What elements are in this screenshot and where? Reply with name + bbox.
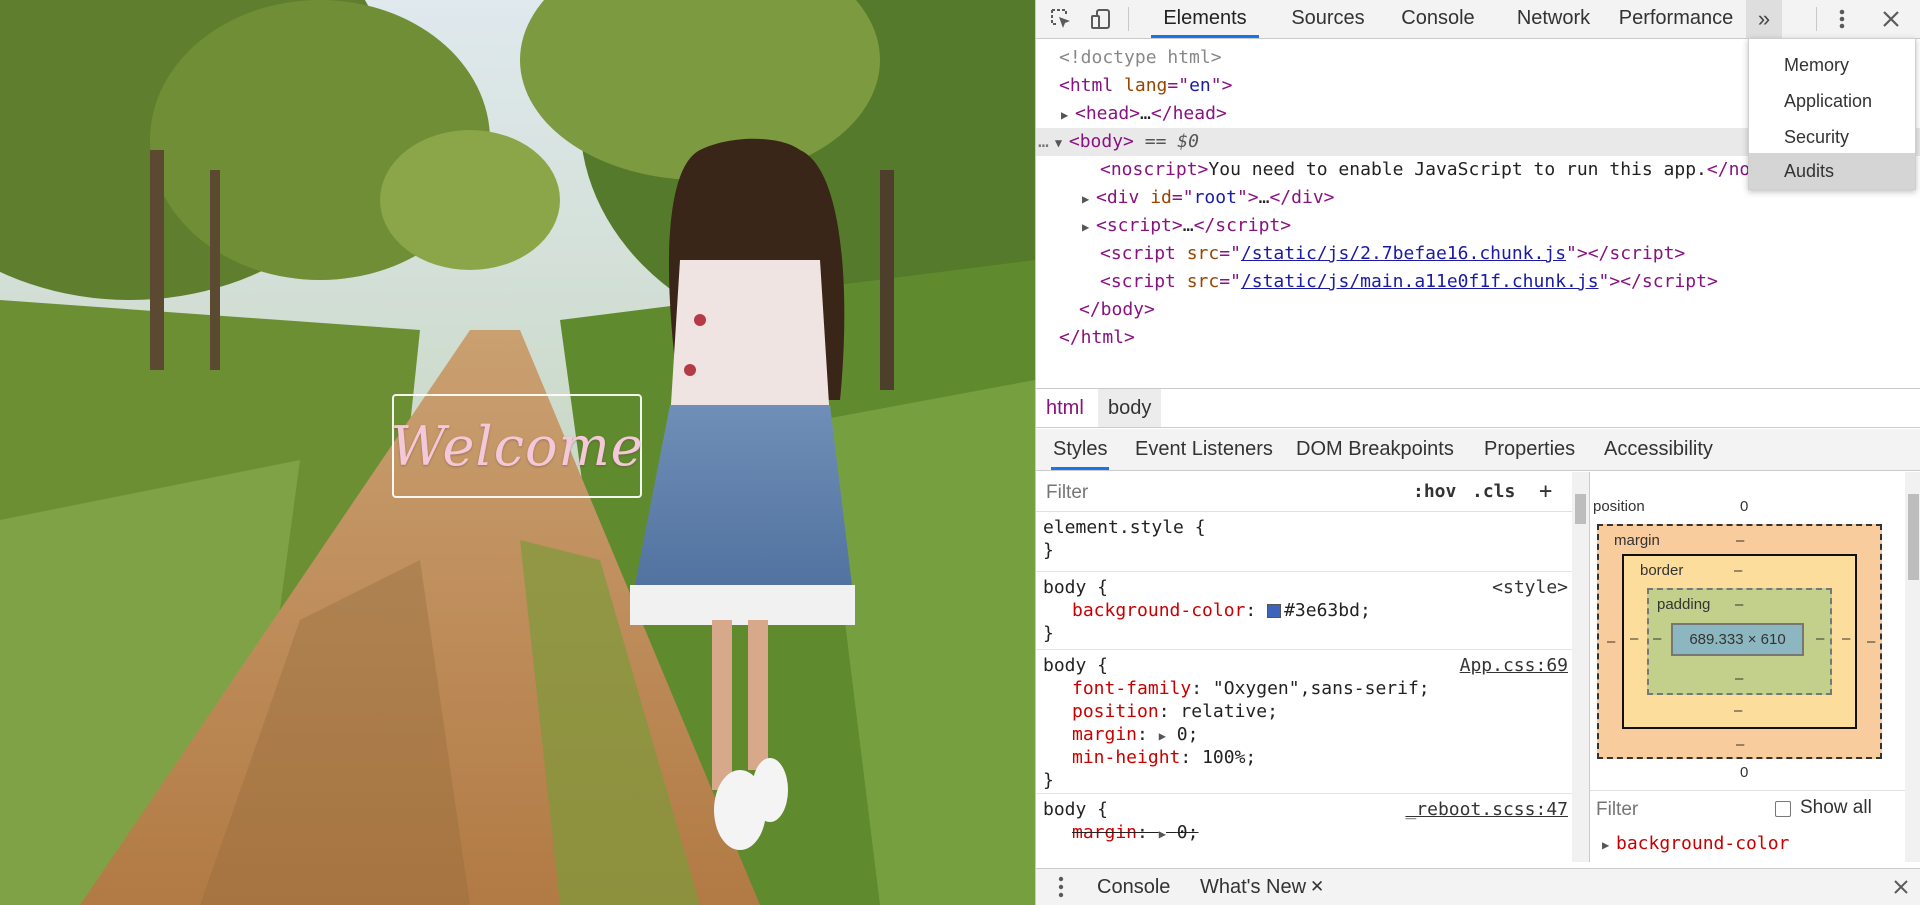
hover-state-toggle[interactable]: :hov: [1413, 478, 1456, 506]
tab-console[interactable]: Console: [1383, 0, 1493, 38]
styles-pane: :hov .cls + element.style { } body { <sty…: [1036, 472, 1589, 862]
tab-sources[interactable]: Sources: [1273, 0, 1383, 38]
breadcrumb-html[interactable]: html: [1036, 389, 1094, 427]
box-margin-label: margin: [1614, 532, 1660, 549]
close-icon[interactable]: [1876, 5, 1906, 33]
toolbar-divider: [1128, 7, 1129, 31]
rule-source-link[interactable]: _reboot.scss:47: [1405, 798, 1568, 821]
style-property-overridden[interactable]: margin: ▶ 0;: [1036, 821, 1572, 844]
breadcrumb: html body: [1036, 388, 1920, 428]
breadcrumb-body[interactable]: body: [1098, 389, 1162, 427]
selected-node-marker: == $0: [1144, 131, 1199, 152]
style-property[interactable]: min-height: 100%;: [1036, 746, 1572, 769]
tab-event-listeners[interactable]: Event Listeners: [1135, 429, 1273, 470]
show-all-label: Show all: [1800, 797, 1872, 818]
tree-node-script-main[interactable]: <script src="/static/js/main.a11e0f1f.ch…: [1036, 268, 1920, 296]
rule-source-link[interactable]: App.css:69: [1460, 654, 1568, 677]
tab-accessibility[interactable]: Accessibility: [1604, 429, 1713, 470]
tree-node-body-close[interactable]: </body>: [1036, 296, 1920, 324]
rule-selector[interactable]: body {: [1043, 577, 1108, 598]
chevron-double-right-icon: »: [1757, 6, 1771, 31]
expand-triangle-icon[interactable]: ▶: [1061, 101, 1075, 129]
more-tabs-button[interactable]: »: [1746, 0, 1782, 38]
node-actions-icon[interactable]: …: [1038, 131, 1049, 152]
box-border-label: border: [1640, 562, 1684, 579]
close-tab-icon[interactable]: ✕: [1310, 869, 1324, 905]
more-tabs-menu: Memory Application Security Audits: [1748, 38, 1916, 190]
style-property[interactable]: background-color: #3e63bd;: [1036, 599, 1572, 622]
expand-triangle-icon[interactable]: ▶: [1159, 823, 1166, 846]
rule-selector[interactable]: element.style {: [1036, 516, 1572, 539]
drawer-menu-icon[interactable]: [1058, 869, 1068, 905]
toolbar-divider: [1816, 7, 1817, 31]
rule-selector[interactable]: body {: [1043, 799, 1108, 820]
sidebar-tabs: Styles Event Listeners DOM Breakpoints P…: [1036, 429, 1920, 471]
scrollbar-thumb[interactable]: [1575, 494, 1586, 524]
rule-close: }: [1043, 540, 1054, 561]
style-property[interactable]: position: relative;: [1036, 700, 1572, 723]
styles-scrollbar[interactable]: [1572, 472, 1589, 862]
console-drawer: Console What's New ✕: [1036, 868, 1920, 905]
box-content-size[interactable]: 689.333 × 610: [1671, 623, 1804, 656]
drawer-tab-console[interactable]: Console: [1097, 869, 1170, 905]
tab-dom-breakpoints[interactable]: DOM Breakpoints: [1296, 429, 1454, 470]
class-toggle[interactable]: .cls: [1472, 478, 1515, 506]
close-drawer-icon[interactable]: [1893, 869, 1909, 905]
expand-triangle-icon[interactable]: ▶: [1159, 725, 1166, 748]
inspect-element-icon[interactable]: [1046, 5, 1076, 33]
welcome-box: Welcome: [390, 394, 644, 498]
expand-triangle-icon[interactable]: ▶: [1602, 830, 1616, 860]
menu-item-memory[interactable]: Memory: [1749, 47, 1915, 83]
tab-network[interactable]: Network: [1496, 0, 1611, 38]
style-property[interactable]: margin: ▶ 0;: [1036, 723, 1572, 746]
computed-scrollbar[interactable]: [1905, 472, 1920, 862]
rule-body-app-css: body { App.css:69 font-family: "Oxygen",s…: [1036, 654, 1572, 794]
welcome-heading: Welcome: [390, 414, 644, 478]
scrollbar-thumb[interactable]: [1908, 494, 1919, 580]
menu-item-security[interactable]: Security: [1749, 119, 1915, 155]
rule-source: <style>: [1492, 577, 1568, 598]
expand-triangle-icon[interactable]: ▶: [1082, 185, 1096, 213]
box-position-bottom[interactable]: 0: [1740, 764, 1748, 781]
tab-elements[interactable]: Elements: [1151, 0, 1259, 38]
drawer-tab-whats-new[interactable]: What's New: [1200, 869, 1306, 905]
tree-node-script-chunk[interactable]: <script src="/static/js/2.7befae16.chunk…: [1036, 240, 1920, 268]
styles-toolbar: :hov .cls +: [1036, 472, 1589, 512]
tab-properties[interactable]: Properties: [1484, 429, 1575, 470]
collapse-triangle-icon[interactable]: ▼: [1055, 129, 1069, 157]
show-all-checkbox[interactable]: [1775, 801, 1791, 817]
device-toolbar-icon[interactable]: [1086, 5, 1116, 33]
styles-filter-input[interactable]: [1042, 478, 1372, 508]
new-rule-button[interactable]: +: [1539, 478, 1552, 506]
computed-filter-input[interactable]: [1596, 796, 1746, 824]
tab-styles[interactable]: Styles: [1051, 429, 1110, 470]
rule-element-style: element.style { }: [1036, 516, 1572, 572]
tab-performance[interactable]: Performance: [1611, 0, 1741, 38]
rule-body-inline-style: body { <style> background-color: #3e63bd;…: [1036, 576, 1572, 650]
menu-item-application[interactable]: Application: [1749, 83, 1915, 119]
box-padding-label: padding: [1657, 596, 1711, 613]
rule-selector[interactable]: body {: [1043, 655, 1108, 676]
page-viewport: Welcome: [0, 0, 1035, 905]
expand-triangle-icon[interactable]: ▶: [1082, 213, 1096, 241]
box-model-pane: position 0 margin – – – – border – – – –…: [1589, 472, 1920, 862]
script-src-link[interactable]: /static/js/2.7befae16.chunk.js: [1241, 243, 1566, 264]
color-swatch-icon[interactable]: [1267, 604, 1282, 618]
tree-node-script-inline[interactable]: ▶ <script>…</script>: [1036, 212, 1920, 240]
computed-filter-bar: Show all: [1590, 790, 1905, 828]
style-property[interactable]: font-family: "Oxygen",sans-serif;: [1036, 677, 1572, 700]
devtools-toolbar: Elements Sources Console Network Perform…: [1036, 0, 1920, 39]
box-position-label: position: [1593, 498, 1645, 515]
computed-property-row[interactable]: ▶ background-color: [1590, 829, 1905, 859]
box-position-top[interactable]: 0: [1740, 498, 1748, 515]
rule-body-reboot: body { _reboot.scss:47 margin: ▶ 0;: [1036, 798, 1572, 862]
menu-item-audits[interactable]: Audits: [1749, 153, 1915, 189]
script-src-link[interactable]: /static/js/main.a11e0f1f.chunk.js: [1241, 271, 1599, 292]
more-vert-icon[interactable]: [1827, 5, 1857, 33]
tree-node-html-close[interactable]: </html>: [1036, 324, 1920, 352]
